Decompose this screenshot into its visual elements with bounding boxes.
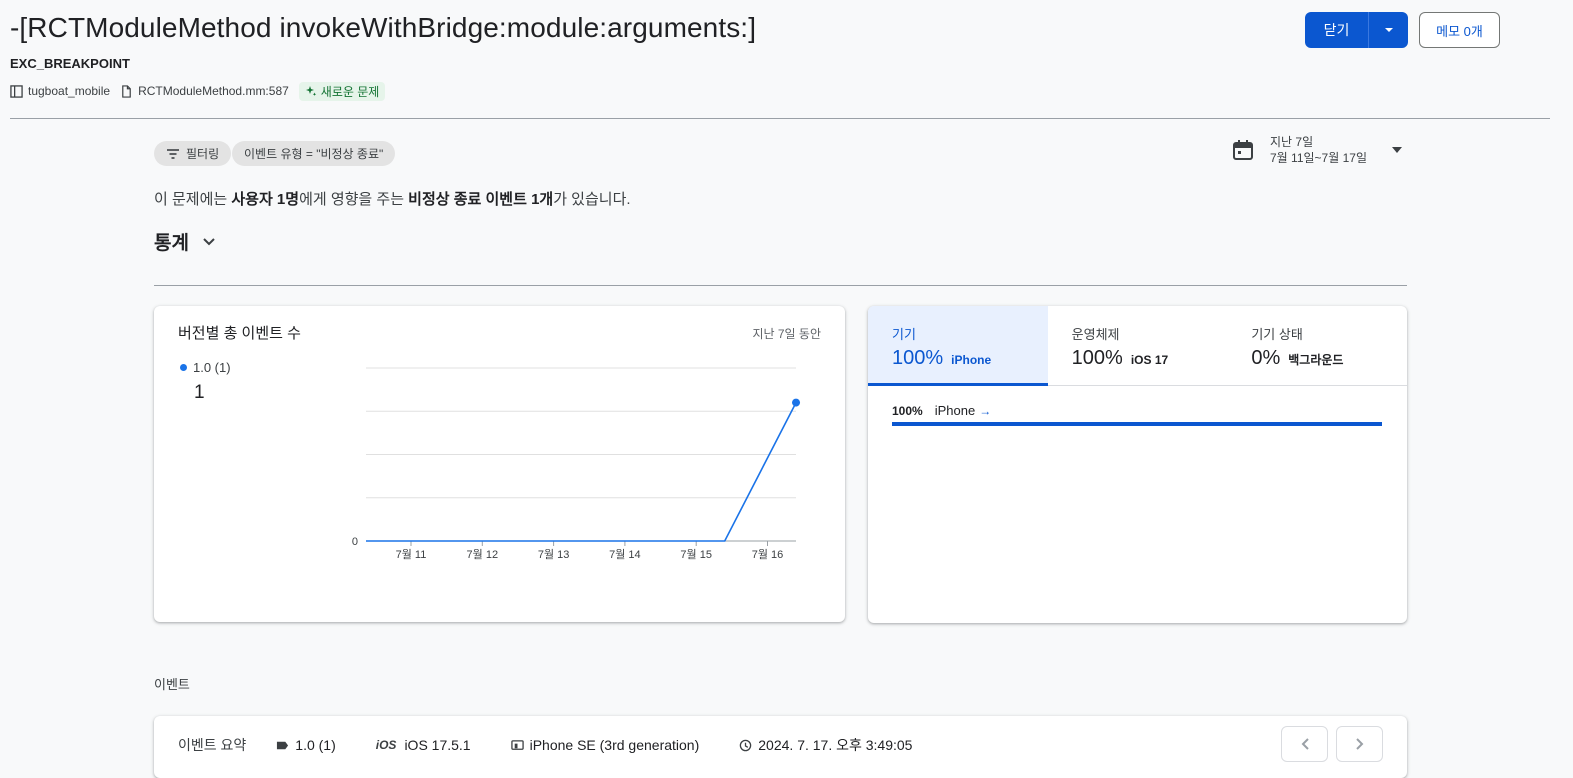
- x-tick-label: 7월 12: [467, 548, 499, 561]
- event-type-filter-label: 이벤트 유형 = "비정상 종료": [244, 147, 384, 161]
- stats-toggle[interactable]: 통계: [154, 228, 215, 255]
- date-range-dates: 7월 11일~7월 17일: [1270, 151, 1367, 165]
- filter-button[interactable]: 필터링: [154, 141, 232, 166]
- summary-events: 비정상 종료 이벤트 1개: [408, 191, 554, 208]
- stats-heading: 통계: [154, 233, 189, 254]
- next-event-button[interactable]: [1336, 726, 1383, 762]
- data-point: [792, 398, 801, 407]
- tab-label: 운영체제: [1071, 327, 1120, 342]
- issue-meta: tugboat_mobile RCTModuleMethod.mm:587 새로…: [10, 81, 386, 101]
- caret-down-icon: [1384, 28, 1393, 32]
- chart-range: 지난 7일 동안: [752, 327, 821, 341]
- filter-icon: [167, 148, 179, 159]
- app-item[interactable]: tugboat_mobile: [10, 84, 110, 98]
- devices-icon: [510, 739, 524, 750]
- event-type-filter-chip[interactable]: 이벤트 유형 = "비정상 종료": [232, 141, 396, 166]
- series-line: [366, 402, 797, 542]
- x-tick-label: 7월 16: [752, 548, 784, 561]
- tab-os[interactable]: 운영체제 100% iOS 17: [1048, 306, 1228, 385]
- new-issue-badge: 새로운 문제: [298, 81, 386, 101]
- prev-event-button[interactable]: [1281, 726, 1328, 762]
- chart-title: 버전별 총 이벤트 수: [178, 325, 301, 342]
- x-tick-label: 7월 15: [680, 548, 712, 561]
- date-range-label: 지난 7일: [1270, 135, 1314, 149]
- y-tick-label: 0: [352, 536, 358, 548]
- header-divider: [10, 118, 1550, 119]
- memo-button[interactable]: 메모 0개: [1419, 12, 1500, 48]
- x-tick-label: 7월 13: [538, 548, 570, 561]
- device-row-percent: 100%: [892, 403, 923, 418]
- caret-down-icon: [1392, 147, 1402, 153]
- chevron-right-icon: [1355, 738, 1363, 750]
- date-range-text: 지난 7일 7월 11일~7월 17일: [1270, 134, 1367, 166]
- close-options-button[interactable]: [1369, 12, 1408, 48]
- event-summary-label: 이벤트 요약: [178, 737, 247, 753]
- tab-percent: 0%: [1251, 347, 1281, 369]
- close-button-group: 닫기: [1305, 12, 1408, 48]
- x-tick-label: 7월 14: [609, 548, 641, 561]
- chart-legend-item[interactable]: 1.0 (1): [180, 360, 231, 375]
- tab-top-value: iOS 17: [1130, 353, 1169, 367]
- tab-label: 기기 상태: [1251, 327, 1303, 342]
- close-button[interactable]: 닫기: [1305, 12, 1369, 48]
- exception-type: EXC_BREAKPOINT: [10, 56, 130, 71]
- app-name: tugboat_mobile: [28, 84, 111, 98]
- device-breakdown-card: 기기 100% iPhone 운영체제 100% iOS 17 기기 상태 0% 백그…: [868, 306, 1407, 623]
- tab-device-state[interactable]: 기기 상태 0% 백그라운드: [1227, 306, 1407, 385]
- issue-summary: 이 문제에는 사용자 1명에게 영향을 주는 비정상 종료 이벤트 1개가 있습…: [154, 188, 631, 209]
- legend-value: 1: [194, 382, 205, 403]
- stats-divider: [154, 285, 1407, 286]
- event-os-value: iOS 17.5.1: [404, 737, 471, 753]
- event-version: 1.0 (1): [276, 737, 336, 753]
- x-tick-label: 7월 11: [396, 548, 427, 561]
- device-share-bar: [892, 422, 1382, 426]
- summary-suffix: 가 있습니다.: [553, 191, 631, 208]
- date-range-picker[interactable]: 지난 7일 7월 11일~7월 17일: [1232, 132, 1402, 168]
- tab-top-value: 백그라운드: [1288, 353, 1344, 367]
- event-os: iOS iOS 17.5.1: [376, 737, 471, 753]
- app-icon: [10, 84, 23, 98]
- arrow-right-icon: →: [979, 403, 992, 418]
- filter-label: 필터링: [186, 147, 220, 161]
- ios-icon: iOS: [375, 738, 397, 752]
- tab-percent: 100%: [892, 347, 944, 369]
- legend-label: 1.0 (1): [193, 360, 231, 375]
- legend-dot: [180, 364, 187, 371]
- event-pager: [1281, 726, 1383, 762]
- device-row[interactable]: 100% iPhone →: [892, 403, 991, 418]
- tag-icon: [277, 741, 289, 749]
- chevron-down-icon: [203, 237, 215, 245]
- new-issue-label: 새로운 문제: [320, 84, 380, 99]
- events-by-version-card: 0 7월 11 7월 12 7월 13 7월 14 7월 15 7월 16 버전별 총 이벤…: [154, 306, 845, 622]
- tab-percent: 100%: [1071, 347, 1123, 369]
- tab-label: 기기: [892, 327, 916, 342]
- event-summary-card: 이벤트 요약 1.0 (1) iOS iOS 17.5.1 iPhone SE …: [154, 716, 1407, 778]
- tab-top-value: iPhone: [951, 353, 992, 367]
- chevron-left-icon: [1301, 738, 1309, 750]
- events-line-chart: 0 7월 11 7월 12 7월 13 7월 14 7월 15 7월 16: [352, 367, 801, 561]
- calendar-icon: [1233, 140, 1253, 160]
- device-row-name: iPhone: [934, 403, 976, 418]
- file-icon: [122, 84, 131, 98]
- summary-prefix: 이 문제에는: [154, 191, 232, 208]
- event-device: iPhone SE (3rd generation): [510, 737, 700, 753]
- file-item[interactable]: RCTModuleMethod.mm:587: [120, 84, 289, 98]
- event-time: 2024. 7. 17. 오후 3:49:05: [739, 735, 912, 755]
- events-section-label: 이벤트: [154, 677, 190, 692]
- event-summary-row: 이벤트 요약 1.0 (1) iOS iOS 17.5.1 iPhone SE …: [178, 735, 952, 755]
- tab-device[interactable]: 기기 100% iPhone: [868, 306, 1048, 386]
- sparkle-icon: [305, 86, 316, 96]
- file-name: RCTModuleMethod.mm:587: [138, 84, 289, 98]
- event-time-value: 2024. 7. 17. 오후 3:49:05: [758, 737, 913, 753]
- event-device-value: iPhone SE (3rd generation): [529, 737, 700, 753]
- event-version-value: 1.0 (1): [295, 737, 336, 753]
- issue-title: -[RCTModuleMethod invokeWithBridge:modul…: [10, 12, 757, 43]
- summary-users: 사용자 1명: [231, 191, 300, 208]
- summary-middle: 에게 영향을 주는: [299, 191, 409, 208]
- breakdown-tabs: 기기 100% iPhone 운영체제 100% iOS 17 기기 상태 0% 백그…: [868, 306, 1407, 386]
- clock-icon: [740, 739, 752, 751]
